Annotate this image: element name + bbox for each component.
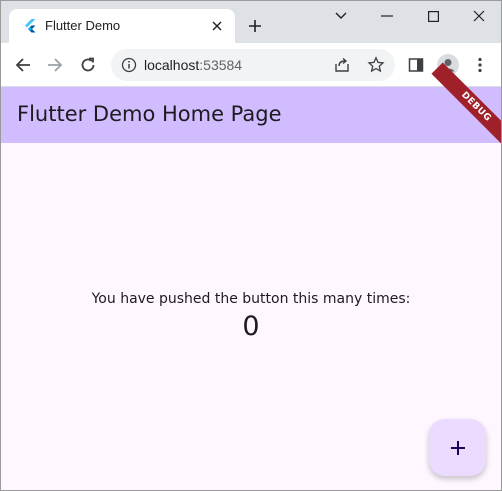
url-port: :53584 [199,57,243,73]
browser-tab[interactable]: Flutter Demo [9,9,235,43]
page-title: Flutter Demo Home Page [17,102,282,126]
increment-button[interactable] [429,419,486,476]
plus-icon [450,440,465,455]
url-text: localhost:53584 [144,57,242,73]
reload-icon[interactable] [76,53,100,77]
close-tab-icon[interactable] [207,16,227,36]
counter-value: 0 [242,311,260,342]
back-arrow-icon[interactable] [11,53,35,77]
counter-message: You have pushed the button this many tim… [91,291,411,307]
new-tab-icon[interactable] [244,15,266,37]
chevron-down-icon[interactable] [326,5,356,27]
app-body: You have pushed the button this many tim… [1,143,501,490]
side-panel-icon[interactable] [404,53,428,77]
address-bar[interactable]: localhost:53584 [111,49,395,81]
tab-strip: Flutter Demo [1,1,501,43]
share-icon[interactable] [333,56,351,74]
flutter-logo-icon [25,19,36,33]
url-host: localhost [144,57,200,73]
maximize-icon[interactable] [418,5,448,27]
kebab-menu-icon[interactable] [468,53,492,77]
close-window-icon[interactable] [464,5,494,27]
forward-arrow-icon[interactable] [43,53,67,77]
info-icon[interactable] [121,57,137,73]
browser-toolbar: localhost:53584 [1,43,501,87]
tab-title: Flutter Demo [45,18,121,33]
app-bar: Flutter Demo Home Page DEBUG [1,62,501,152]
browser-window: Flutter Demo localhost:53584 Flutter Dem… [0,0,502,491]
star-icon[interactable] [367,56,385,74]
minimize-icon[interactable] [372,5,402,27]
